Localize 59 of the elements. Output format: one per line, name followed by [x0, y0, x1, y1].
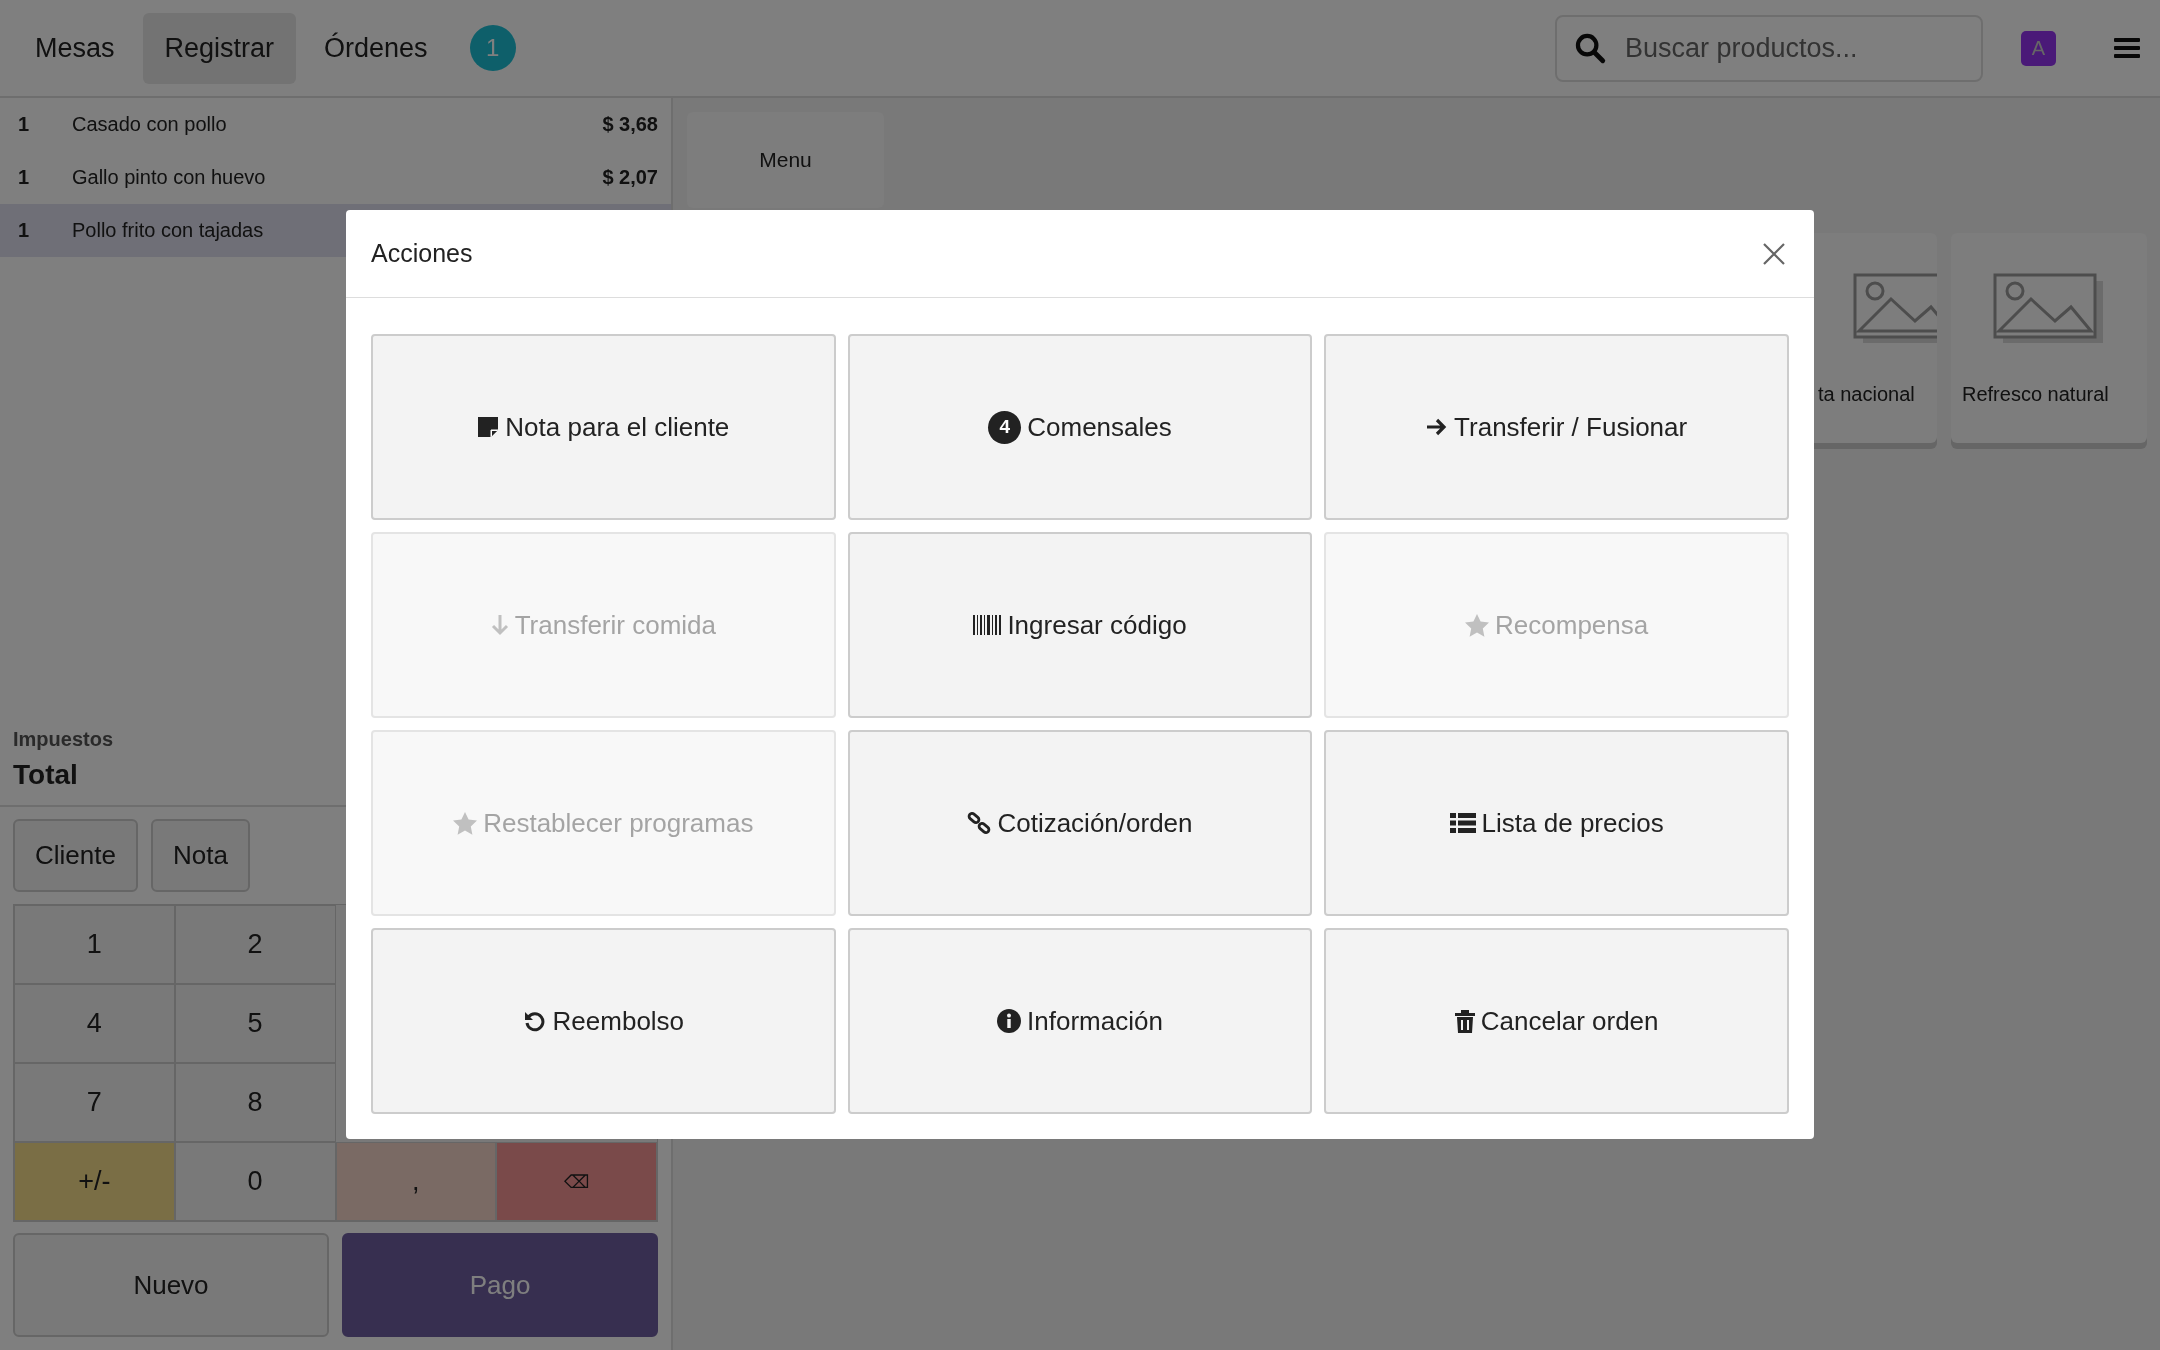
product-name: ta nacional: [1817, 383, 1916, 406]
numpad-key[interactable]: 8: [174, 1063, 336, 1142]
star-icon: [453, 811, 478, 835]
control-button[interactable]: Nota: [150, 819, 250, 892]
order-line[interactable]: 1 Gallo pinto con huevo $ 2,07: [0, 151, 671, 204]
action-button[interactable]: 4 Comensales: [847, 334, 1313, 520]
action-button[interactable]: Nota para el cliente: [371, 334, 836, 520]
image-placeholder-icon: [1993, 273, 2105, 343]
note-icon: [477, 416, 500, 438]
close-icon[interactable]: [1762, 241, 1786, 266]
barcode-icon: [973, 614, 1002, 636]
quantity: 1: [18, 113, 31, 136]
trash-icon: [1454, 1009, 1475, 1033]
action-button[interactable]: Información: [847, 928, 1313, 1114]
product-name: Pollo frito con tajadas: [72, 219, 265, 242]
quantity: 1: [18, 166, 31, 189]
order-line[interactable]: 1 Casado con pollo $ 3,68: [0, 98, 671, 151]
list-icon: [1449, 812, 1476, 834]
backspace-key[interactable]: ⌫: [496, 1142, 657, 1221]
menu-icon[interactable]: [2114, 37, 2140, 59]
numpad-key[interactable]: 1: [14, 905, 175, 984]
product-name: Casado con pollo: [72, 113, 228, 136]
action-button[interactable]: Lista de precios: [1324, 730, 1789, 916]
info-icon: [997, 1009, 1022, 1033]
line-price: $ 3,68: [602, 113, 658, 136]
action-button[interactable]: Ingresar código: [847, 532, 1313, 718]
link-icon: [967, 811, 992, 835]
quantity: 1: [18, 219, 31, 242]
nav-tab[interactable]: Registrar: [142, 12, 297, 84]
action-button[interactable]: Transferir / Fusionar: [1324, 334, 1789, 520]
undo-icon: [522, 1009, 547, 1033]
payment-button[interactable]: Pago: [342, 1233, 658, 1337]
nav-tab[interactable]: Órdenes: [302, 12, 450, 84]
numpad-key[interactable]: +/-: [14, 1142, 175, 1221]
numpad-key[interactable]: 4: [14, 984, 175, 1063]
numpad-key[interactable]: 0: [174, 1142, 336, 1221]
total-label: Total: [13, 759, 79, 791]
numpad-key[interactable]: 2: [174, 905, 336, 984]
star-icon: [1465, 613, 1490, 637]
action-button[interactable]: Cotización/orden: [847, 730, 1313, 916]
arrow-right-icon: [1426, 417, 1449, 437]
action-button[interactable]: Cancelar orden: [1324, 928, 1789, 1114]
line-price: $ 2,07: [602, 166, 658, 189]
product-name: Refresco natural: [1961, 383, 2110, 406]
arrow-down-icon: [490, 614, 509, 636]
new-order-button[interactable]: Nuevo: [13, 1233, 329, 1337]
count-badge: 4: [988, 410, 1022, 444]
orders-count-badge: 1: [469, 25, 516, 71]
numpad-key[interactable]: 7: [14, 1063, 175, 1142]
taxes-label: Impuestos: [13, 728, 115, 751]
image-placeholder-icon: [1853, 273, 1937, 343]
nav-tab[interactable]: Mesas: [13, 12, 137, 84]
control-button[interactable]: Cliente: [13, 819, 138, 892]
category-button[interactable]: Menu: [687, 112, 884, 208]
numpad-key[interactable]: ,: [335, 1142, 497, 1221]
search-field[interactable]: Buscar productos...: [1555, 14, 1983, 82]
numpad-key[interactable]: 5: [174, 984, 336, 1063]
product-name: Gallo pinto con huevo: [72, 166, 267, 189]
action-button[interactable]: Reembolso: [371, 928, 836, 1114]
